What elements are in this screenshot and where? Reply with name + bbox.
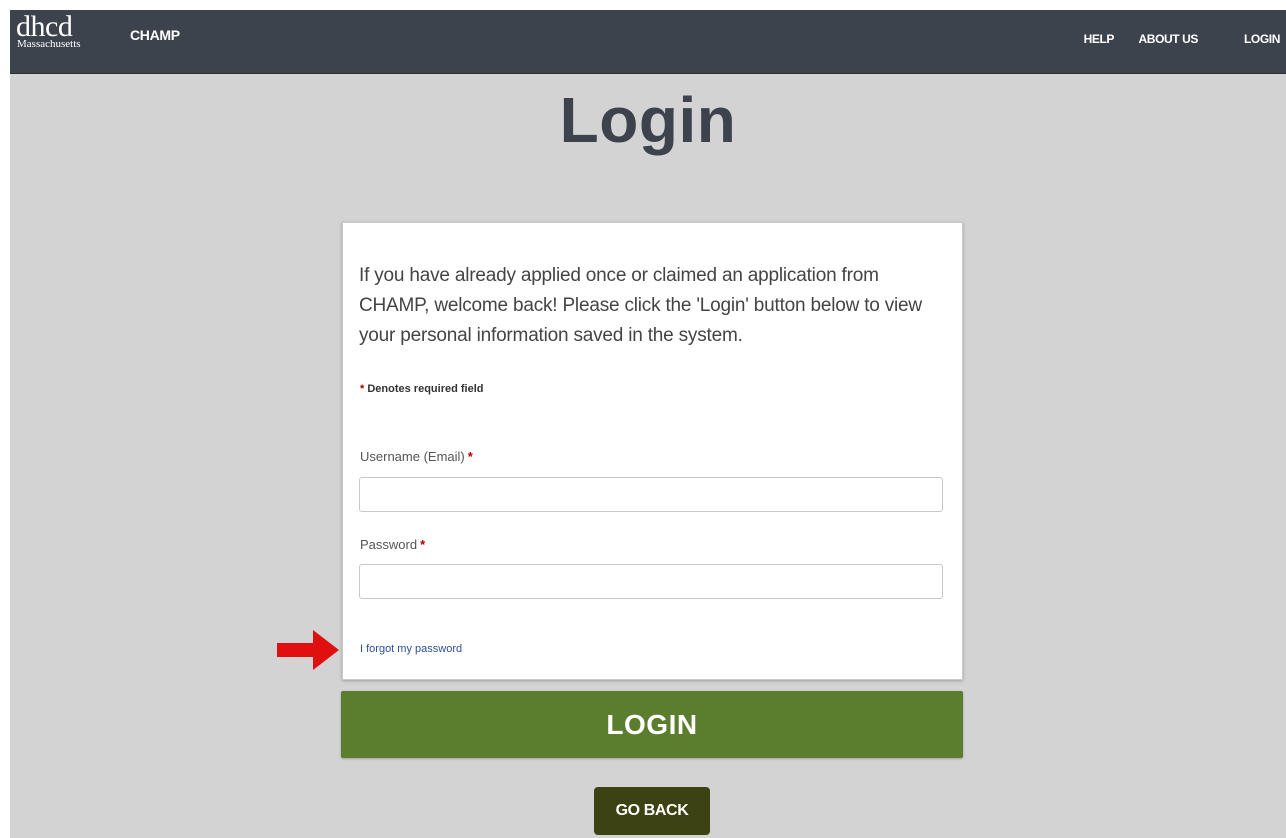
go-back-button[interactable]: GO BACK [594, 787, 710, 835]
username-input[interactable] [359, 477, 943, 512]
page-frame: dhcd Massachusetts CHAMP HELP ABOUT US L… [10, 10, 1286, 838]
dhcd-logo[interactable]: dhcd Massachusetts [16, 12, 81, 50]
username-label-text: Username (Email) [360, 449, 465, 464]
login-button[interactable]: LOGIN [341, 691, 963, 758]
password-label-text: Password [360, 537, 418, 552]
password-input[interactable] [359, 564, 943, 599]
brand-link[interactable]: CHAMP [130, 27, 180, 43]
password-required-star: * [420, 537, 426, 552]
nav-help-link[interactable]: HELP [1084, 32, 1115, 46]
logo-sub-text: Massachusetts [17, 38, 81, 50]
required-field-note: * Denotes required field [360, 383, 483, 395]
required-note-text: Denotes required field [367, 383, 484, 395]
required-star: * [360, 383, 365, 395]
intro-text: If you have already applied once or clai… [359, 265, 922, 346]
red-arrow-icon [277, 630, 339, 670]
top-navbar: dhcd Massachusetts CHAMP HELP ABOUT US L… [10, 10, 1286, 74]
password-label: Password * [360, 537, 425, 552]
forgot-password-link[interactable]: I forgot my password [360, 643, 462, 655]
username-label: Username (Email) * [360, 449, 473, 464]
page-title: Login [559, 84, 737, 156]
username-required-star: * [467, 449, 473, 464]
login-card: If you have already applied once or clai… [342, 222, 963, 680]
nav-login-link[interactable]: LOGIN [1244, 32, 1280, 46]
nav-about-us-link[interactable]: ABOUT US [1139, 32, 1199, 46]
